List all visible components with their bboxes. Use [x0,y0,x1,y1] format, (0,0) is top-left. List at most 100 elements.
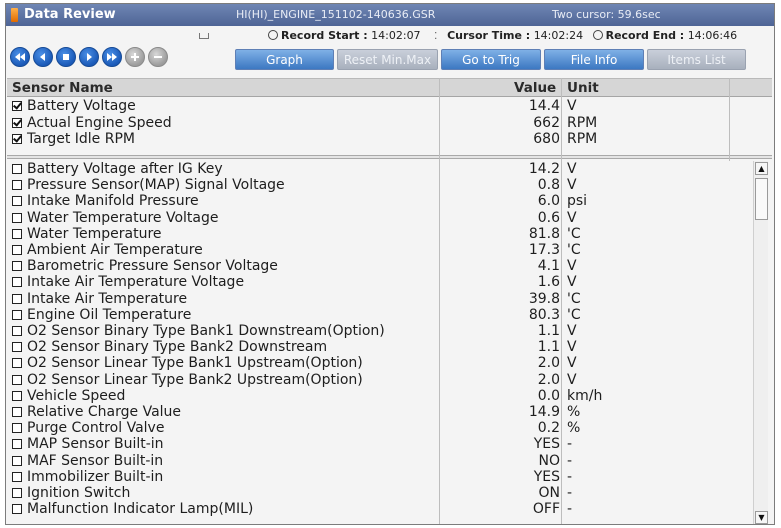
table-row[interactable]: Actual Engine Speed 662 RPM [7,115,772,131]
table-row[interactable]: Purge Control Valve 0.2% [7,420,772,436]
first-record-button[interactable] [10,47,30,67]
checkbox-icon[interactable] [12,374,22,385]
sensor-name: Actual Engine Speed [27,114,172,131]
sensor-name: Purge Control Valve [27,420,165,437]
title-bar: Data Review HI(HI)_ENGINE_151102-140636.… [6,4,774,26]
sensor-name: Vehicle Speed [27,387,126,404]
reset-min-max-button[interactable]: Reset Min.Max [337,49,438,70]
table-row[interactable]: O2 Sensor Linear Type Bank1 Upstream(Opt… [7,355,772,371]
checkbox-icon[interactable] [12,423,22,434]
checkbox-checked-icon[interactable] [12,134,22,144]
checkbox-icon[interactable] [12,196,22,207]
scroll-thumb[interactable] [755,178,768,220]
checkbox-icon[interactable] [12,261,22,272]
cursor-time-label: Cursor Time : [447,29,531,42]
checkbox-icon[interactable] [12,471,22,482]
sensor-value: NO [538,452,561,469]
checkbox-icon[interactable] [12,358,22,369]
table-row[interactable]: MAP Sensor Built-in YES - [7,436,772,452]
sensor-unit: - [567,501,573,518]
sensor-unit: 'C [567,225,581,242]
sensor-name: MAF Sensor Built-in [27,452,164,469]
data-review-window: Data Review HI(HI)_ENGINE_151102-140636.… [5,3,775,525]
table-row[interactable]: Ignition Switch ON - [7,485,772,501]
sensor-unit: psi [567,193,588,210]
sensor-value: YES [533,436,560,453]
zoom-in-button[interactable] [125,47,145,67]
checkbox-icon[interactable] [12,455,22,466]
sensor-unit: 'C [567,290,581,307]
go-to-trig-button[interactable]: Go to Trig [441,49,541,70]
scroll-up-icon[interactable]: ▲ [755,162,768,175]
file-info-button[interactable]: File Info [544,49,644,70]
checkbox-checked-icon[interactable] [12,101,22,111]
value-column-header[interactable]: Value [514,80,556,96]
plus-icon [131,53,139,61]
table-row[interactable]: Pressure Sensor(MAP) Signal Voltage 0.8 V [7,177,772,193]
graph-button[interactable]: Graph [235,49,334,70]
table-row[interactable]: Intake Manifold Pressure 6.0 psi [7,193,772,209]
table-row[interactable]: Relative Charge Value 14.9% [7,404,772,420]
checkbox-icon[interactable] [12,342,22,353]
table-row[interactable]: Target Idle RPM 680 RPM [7,131,772,147]
checkbox-checked-icon[interactable] [12,117,22,128]
table-row[interactable]: Intake Air Temperature 39.8 'C [7,291,772,307]
sensor-value: 4.1 [537,258,560,275]
table-header: Sensor Name Value Unit [7,78,772,97]
checkbox-icon[interactable] [12,407,22,417]
table-row[interactable]: O2 Sensor Binary Type Bank2 Downstream 1.… [7,339,772,355]
table-row[interactable]: O2 Sensor Binary Type Bank1 Downstream(O… [7,323,772,339]
checkbox-icon[interactable] [12,326,22,336]
sensor-name-column-header[interactable]: Sensor Name [12,80,113,96]
checkbox-icon[interactable] [12,228,22,239]
last-record-button[interactable] [102,47,122,67]
table-row[interactable]: MAF Sensor Built-in NO - [7,453,772,469]
table-row[interactable]: Immobilizer Built-in YES - [7,469,772,485]
stop-icon [63,54,69,60]
table-row[interactable]: Barometric Pressure Sensor Voltage 4.1 V [7,258,772,274]
checkbox-icon[interactable] [12,277,22,288]
checkbox-icon[interactable] [12,212,22,223]
checkbox-icon[interactable] [12,245,22,255]
checkbox-icon[interactable] [12,390,22,401]
sensor-unit: V [567,371,577,388]
checkbox-icon[interactable] [12,488,22,498]
checkbox-icon[interactable] [12,180,22,191]
record-end-label: Record End : [605,29,685,42]
stop-button[interactable] [56,47,76,67]
sensor-unit: 'C [567,242,581,258]
table-row[interactable]: Battery Voltage after IG Key 14.2 V [7,161,772,177]
checkbox-icon[interactable] [12,293,22,304]
sensor-name: Engine Oil Temperature [27,306,192,323]
sensor-value: 80.3 [528,306,560,323]
sensor-name: O2 Sensor Linear Type Bank1 Upstream(Opt… [27,355,363,372]
table-row[interactable]: O2 Sensor Linear Type Bank2 Upstream(Opt… [7,372,772,388]
table-row[interactable]: Water Temperature 81.8 'C [7,226,772,242]
table-row[interactable]: Battery Voltage 14.4 V [7,98,772,114]
table-row[interactable]: Engine Oil Temperature 80.3 'C [7,307,772,323]
table-row[interactable]: Malfunction Indicator Lamp(MIL) OFF - [7,501,772,517]
table-row[interactable]: Water Temperature Voltage 0.6 V [7,210,772,226]
table-row[interactable]: Intake Air Temperature Voltage 1.6 V [7,274,772,290]
group-separator [7,155,772,159]
sensor-unit: - [567,452,573,469]
sensor-unit: V [567,98,577,114]
checkbox-icon[interactable] [12,164,22,174]
checkbox-icon[interactable] [12,439,22,450]
sensor-value: 680 [533,131,560,147]
checkbox-icon[interactable] [12,309,22,320]
items-list-button[interactable]: Items List [647,49,746,70]
clock-icon [268,30,278,40]
play-button[interactable] [79,47,99,67]
vertical-scrollbar[interactable]: ▲ ▼ [753,161,768,524]
sensor-name: O2 Sensor Binary Type Bank1 Downstream(O… [27,323,385,339]
app-icon [11,8,18,22]
table-row[interactable]: Vehicle Speed 0.0 km/h [7,388,772,404]
checkbox-icon[interactable] [12,504,22,515]
unit-column-header[interactable]: Unit [567,80,599,96]
previous-button[interactable] [33,47,53,67]
cursor-mode-label: Two cursor: 59.6sec [552,8,661,21]
scroll-down-icon[interactable]: ▼ [755,511,768,524]
table-row[interactable]: Ambient Air Temperature 17.3 'C [7,242,772,258]
zoom-out-button[interactable] [148,47,168,67]
